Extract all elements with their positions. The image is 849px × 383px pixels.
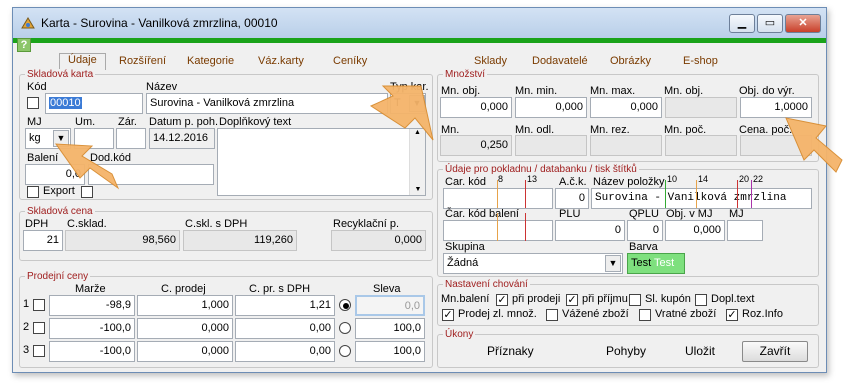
arrow-icon (54, 143, 120, 190)
arrow-icon (369, 85, 434, 141)
arrow-icon (785, 117, 843, 173)
annotation-arrows (54, 85, 843, 190)
